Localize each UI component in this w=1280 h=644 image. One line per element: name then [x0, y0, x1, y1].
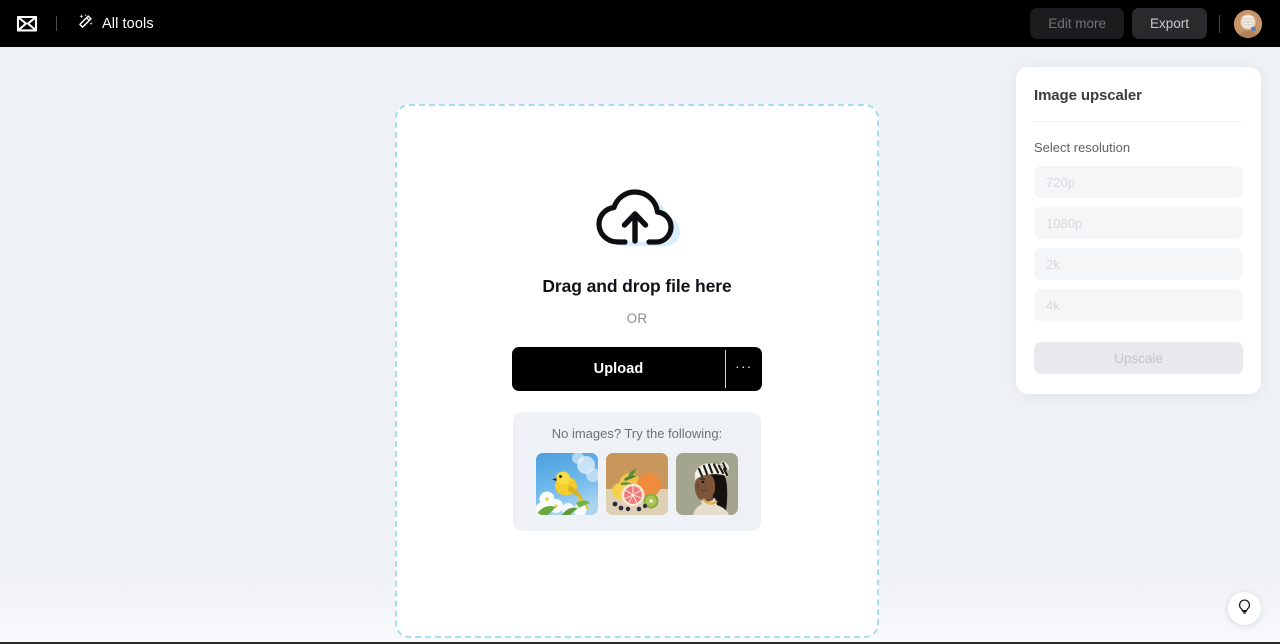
export-button[interactable]: Export	[1131, 8, 1207, 39]
edit-more-button[interactable]: Edit more	[1030, 8, 1124, 39]
magic-wand-icon	[77, 13, 94, 35]
panel-divider	[1034, 121, 1243, 122]
panel-title: Image upscaler	[1034, 87, 1142, 104]
resolution-option-4k[interactable]: 4k	[1034, 289, 1243, 321]
upload-button[interactable]: Upload	[512, 347, 725, 391]
topbar-divider	[56, 16, 57, 31]
sample-thumbnail-woman-headwrap-portrait[interactable]	[676, 453, 738, 515]
resolution-option-1080p[interactable]: 1080p	[1034, 207, 1243, 239]
top-bar-right-group: Edit more Export	[1030, 8, 1262, 39]
select-resolution-label: Select resolution	[1034, 140, 1131, 155]
app-root: All tools Edit more Export Drag and drop…	[0, 0, 1280, 644]
sample-thumbnail-list	[536, 453, 738, 515]
top-bar-left-group: All tools	[12, 9, 160, 39]
all-tools-label: All tools	[102, 15, 154, 32]
sample-thumbnail-yellow-bird-blossoms[interactable]	[536, 453, 598, 515]
top-bar: All tools Edit more Export	[0, 0, 1280, 47]
upscale-button[interactable]: Upscale	[1034, 342, 1243, 374]
sample-thumbnail-citrus-fruit-still-life[interactable]	[606, 453, 668, 515]
image-upscaler-panel: Image upscaler Select resolution 720p 10…	[1016, 67, 1261, 394]
capcut-logo-icon[interactable]	[12, 9, 42, 39]
upload-split-button: Upload ···	[512, 347, 762, 391]
help-tips-button[interactable]	[1228, 592, 1261, 625]
all-tools-button[interactable]: All tools	[71, 9, 160, 39]
dropzone-title: Drag and drop file here	[542, 276, 732, 296]
sample-images-card: No images? Try the following:	[513, 412, 761, 531]
dropzone-or-label: OR	[626, 311, 648, 326]
avatar[interactable]	[1234, 9, 1262, 38]
resolution-option-2k[interactable]: 2k	[1034, 248, 1243, 280]
avatar-divider	[1219, 14, 1220, 33]
lightbulb-icon	[1236, 598, 1253, 620]
resolution-option-list: 720p 1080p 2k 4k	[1034, 166, 1243, 321]
resolution-option-720p[interactable]: 720p	[1034, 166, 1243, 198]
sample-images-label: No images? Try the following:	[551, 426, 723, 441]
main-area: Drag and drop file here OR Upload ··· No…	[0, 47, 1280, 644]
cloud-upload-icon	[591, 184, 683, 258]
file-dropzone[interactable]: Drag and drop file here OR Upload ··· No…	[395, 104, 879, 638]
upload-more-options-button[interactable]: ···	[726, 347, 762, 391]
